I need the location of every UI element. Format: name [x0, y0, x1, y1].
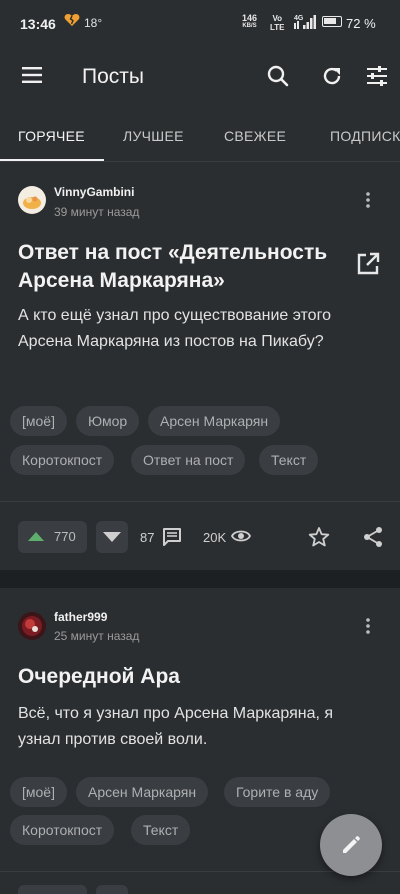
create-post-button[interactable] — [320, 814, 382, 876]
post-card[interactable]: VinnyGambini 39 минут назад Ответ на пос… — [0, 162, 400, 570]
post-text-line-1: Всё, что я узнал про Арсена Маркаряна, я — [18, 705, 334, 722]
post-author[interactable]: VinnyGambini — [54, 185, 134, 199]
tag-chip[interactable]: Арсен Маркарян — [148, 406, 281, 436]
tag-chip[interactable]: Горите в аду — [224, 777, 331, 807]
open-external-icon[interactable] — [356, 252, 380, 281]
tag-chip[interactable]: Текст — [131, 815, 191, 845]
post-text-line-1: А кто ещё узнал про существование этого — [18, 307, 331, 324]
upvote-button[interactable]: 770 — [18, 521, 87, 553]
tab-best[interactable]: ЛУЧШЕЕ — [123, 128, 184, 144]
status-temperature: 18° — [84, 16, 103, 30]
filter-icon[interactable] — [365, 64, 389, 93]
net-speed-value: 146 — [242, 13, 258, 23]
search-icon[interactable] — [266, 64, 290, 93]
net-speed: 146 KB/S — [242, 14, 257, 30]
avatar[interactable] — [18, 186, 46, 214]
arrow-up-icon — [28, 532, 44, 541]
more-options-icon[interactable] — [366, 618, 370, 639]
post-author[interactable]: father999 — [54, 610, 107, 624]
rating-count: 770 — [54, 529, 76, 544]
tab-hot[interactable]: ГОРЯЧЕЕ — [18, 128, 85, 144]
tab-subscriptions[interactable]: ПОДПИСКИ — [330, 128, 400, 144]
tag-chip[interactable]: [моё] — [10, 777, 67, 807]
heart-broken-icon — [64, 13, 80, 32]
status-bar: 13:46 18° 146 KB/S Vo LTE 4G 72 % — [0, 0, 400, 48]
tag-chip[interactable]: Арсен Маркарян — [76, 777, 209, 807]
avatar[interactable] — [18, 612, 46, 640]
post-time: 25 минут назад — [54, 629, 140, 643]
tag-chip[interactable]: Ответ на пост — [131, 445, 246, 475]
post-text-line-2: узнал против своей воли. — [18, 731, 208, 748]
tag-chip[interactable]: Юмор — [76, 406, 140, 436]
views-count: 20K — [203, 530, 227, 545]
tag-chip[interactable]: [моё] — [10, 406, 67, 436]
pencil-icon — [343, 836, 360, 853]
post-title[interactable]: Очередной Ара — [18, 662, 180, 691]
tag-chip[interactable]: Текст — [259, 445, 319, 475]
post-title-line-1[interactable]: Ответ на пост «Деятельность — [18, 238, 327, 267]
tab-new[interactable]: СВЕЖЕЕ — [224, 128, 286, 144]
more-options-icon[interactable] — [366, 192, 370, 213]
app-bar: Посты — [0, 48, 400, 106]
downvote-button[interactable] — [96, 885, 128, 894]
star-icon[interactable] — [308, 526, 330, 553]
share-icon[interactable] — [362, 526, 384, 553]
network-type: 4G — [294, 15, 304, 22]
refresh-icon[interactable] — [320, 64, 344, 93]
eye-icon — [230, 528, 252, 549]
divider — [0, 501, 400, 502]
net-speed-unit: KB/S — [242, 23, 257, 29]
tag-chip[interactable]: Коротокпост — [10, 815, 115, 845]
volte-bottom: LTE — [270, 23, 285, 32]
menu-icon[interactable] — [22, 66, 42, 89]
downvote-button[interactable] — [96, 521, 128, 553]
comments-count[interactable]: 87 — [140, 530, 154, 545]
upvote-button[interactable] — [18, 885, 87, 894]
battery-icon — [322, 16, 342, 27]
status-time: 13:46 — [20, 16, 56, 32]
comment-icon[interactable] — [162, 527, 182, 552]
arrow-down-icon — [103, 532, 121, 542]
signal-icon: 4G — [294, 14, 316, 35]
feed-tabs: ГОРЯЧЕЕ ЛУЧШЕЕ СВЕЖЕЕ ПОДПИСКИ — [0, 106, 400, 162]
page-title: Посты — [82, 65, 144, 88]
volte-top: Vo — [272, 14, 283, 23]
tag-chip[interactable]: Коротокпост — [10, 445, 115, 475]
post-title-line-2[interactable]: Арсена Маркаряна» — [18, 266, 225, 295]
volte-indicator: Vo LTE — [270, 14, 285, 32]
post-text-line-2: Арсена Маркаряна из постов на Пикабу? — [18, 333, 324, 350]
post-time: 39 минут назад — [54, 205, 140, 219]
battery-percent: 72 % — [346, 16, 376, 31]
